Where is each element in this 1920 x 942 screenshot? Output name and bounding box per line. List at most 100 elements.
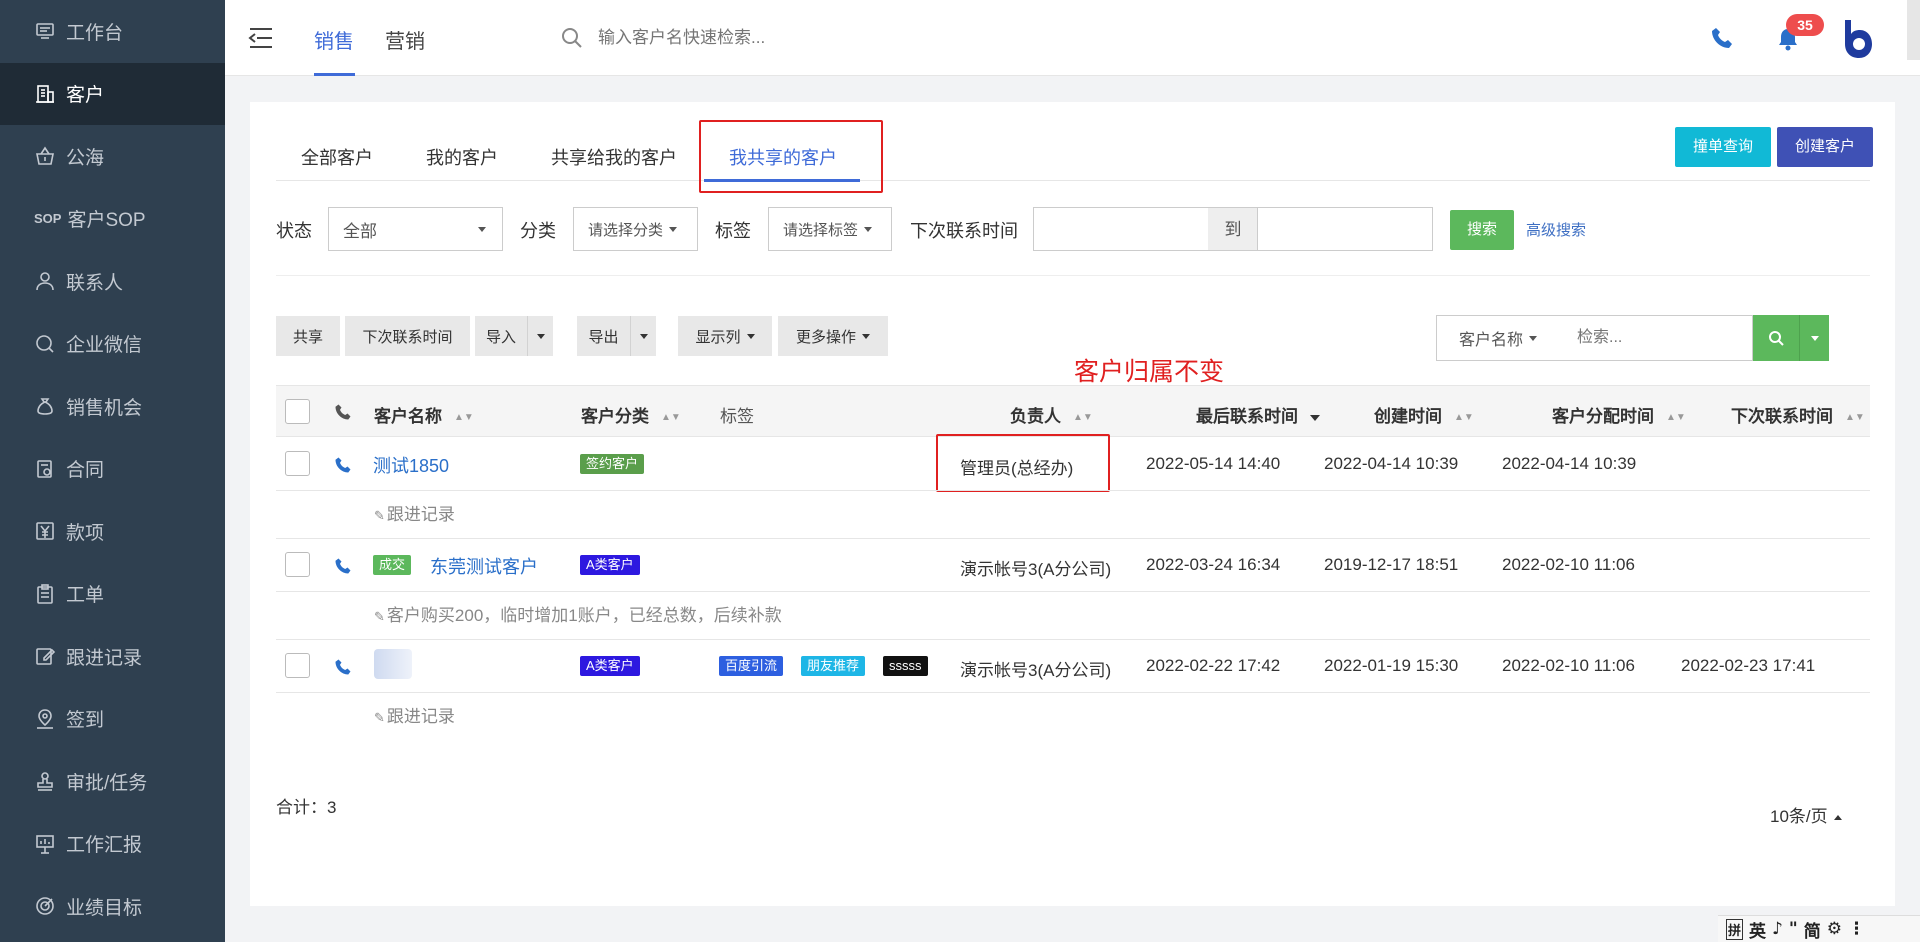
edit-icon: ✎ [374,609,385,624]
tab-marketing[interactable]: 营销 [385,25,425,54]
customer-name-link[interactable]: 东莞测试客户 [430,553,538,579]
table-search-input[interactable] [1559,315,1753,361]
ime-simplified-toggle[interactable]: 简 [1804,917,1821,942]
sidebar-item-dashboard[interactable]: 工作台 [0,0,225,63]
tab-my-customers[interactable]: 我的客户 [426,144,498,170]
ime-more-icon[interactable]: ⋮ [1848,919,1865,939]
label-tag: 百度引流 [719,656,784,676]
ime-pinyin-icon[interactable]: 拼 [1726,918,1744,940]
target-icon [34,895,56,917]
ime-settings-icon[interactable]: ⚙ [1827,919,1842,939]
chevron-down-icon [639,333,648,339]
more-actions-button[interactable]: 更多操作 [778,316,888,356]
sidebar-item-payments[interactable]: 款项 [0,500,225,563]
tag-select[interactable]: 请选择标签 [768,207,892,251]
yen-icon [34,520,56,542]
date-to-input[interactable] [1257,207,1433,251]
search-button[interactable]: 搜索 [1450,210,1514,250]
col-customer-name[interactable]: 客户名称 ▲▼ [374,402,474,427]
col-category[interactable]: 客户分类 ▲▼ [581,402,681,427]
sidebar-item-opportunities[interactable]: 销售机会 [0,375,225,438]
dashboard-icon [34,20,56,42]
followup-note-text: 客户购买200，临时增加1账户，已经总数，后续补款 [386,606,782,625]
sort-desc-icon [1310,414,1320,421]
import-dropdown-toggle[interactable] [527,316,553,356]
sidebar-item-label: 业绩目标 [66,897,143,919]
ime-voice-icon[interactable]: ♪ [1772,919,1783,939]
top-header: 销售 营销 35 [225,0,1920,76]
sidebar-item-followups[interactable]: 跟进记录 [0,625,225,688]
sidebar-item-reports[interactable]: 工作汇报 [0,813,225,876]
chevron-down-icon [1529,335,1537,341]
create-customer-button[interactable]: 创建客户 [1777,127,1873,167]
phone-icon [335,404,351,420]
sidebar-item-wecom[interactable]: 企业微信 [0,313,225,376]
blurred-customer-name[interactable] [374,649,412,679]
sort-icon: ▲▼ [661,412,681,424]
tag-select-placeholder: 请选择标签 [783,221,859,239]
sidebar-item-targets[interactable]: 业绩目标 [0,875,225,938]
table-search-button[interactable] [1753,315,1799,361]
created-cell: 2022-04-14 10:39 [1324,454,1459,473]
page-size-select[interactable]: 10条/页 [1770,802,1842,827]
tab-shared-with-me[interactable]: 共享给我的客户 [551,144,677,170]
phone-icon[interactable] [334,456,352,474]
col-next-contact[interactable]: 下次联系时间 ▲▼ [1731,402,1865,427]
status-select[interactable]: 全部 [328,207,503,251]
phone-icon[interactable] [334,557,352,575]
import-button[interactable]: 导入 [475,316,527,356]
duplicate-check-button[interactable]: 撞单查询 [1675,127,1771,167]
ime-english-toggle[interactable]: 英 [1749,917,1766,942]
sort-icon: ▲▼ [1454,412,1474,424]
advanced-search-link[interactable]: 高级搜索 [1526,219,1586,240]
table-search-dropdown-toggle[interactable] [1799,315,1829,361]
date-from-input[interactable] [1033,207,1209,251]
phone-icon[interactable] [1710,26,1734,50]
col-assigned[interactable]: 客户分配时间 ▲▼ [1552,402,1686,427]
table-header: 客户名称 ▲▼ 客户分类 ▲▼ 标签 负责人 ▲▼ 最后联系时间 创建时间 ▲▼ 客户分… [276,385,1870,437]
chevron-down-icon [669,226,678,232]
brand-logo-icon[interactable] [1841,18,1875,60]
row-checkbox[interactable] [285,552,310,577]
phone-icon[interactable] [334,658,352,676]
sidebar-item-customer-sop[interactable]: SOP 客户SOP [0,188,225,251]
followup-note[interactable]: ✎ 跟进记录 [374,500,455,525]
sidebar-item-approval[interactable]: 审批/任务 [0,750,225,813]
share-button[interactable]: 共享 [276,316,340,356]
deal-badge: 成交 [373,555,412,575]
ime-punctuation-icon[interactable]: " [1789,919,1798,939]
sidebar-item-customers[interactable]: 客户 [0,62,225,125]
row-checkbox[interactable] [285,653,310,678]
menu-collapse-icon[interactable] [248,25,274,51]
person-icon [34,270,56,292]
followup-note[interactable]: ✎ 跟进记录 [374,702,455,727]
scrollbar[interactable] [1907,0,1920,60]
export-button[interactable]: 导出 [577,316,630,356]
sidebar-item-label: 合同 [66,460,105,482]
export-dropdown-toggle[interactable] [630,316,656,356]
customer-quick-search-input[interactable] [598,24,898,52]
row-divider [276,490,1870,491]
sidebar-item-tickets[interactable]: 工单 [0,563,225,626]
row-checkbox[interactable] [285,451,310,476]
sidebar-item-label: 客户SOP [67,210,146,232]
assigned-cell: 2022-02-10 11:06 [1502,555,1635,574]
sidebar-item-public-pool[interactable]: 公海 [0,125,225,188]
tab-sales[interactable]: 销售 [314,25,354,54]
set-next-contact-button[interactable]: 下次联系时间 [345,316,470,356]
col-created[interactable]: 创建时间 ▲▼ [1374,402,1474,427]
select-all-checkbox[interactable] [285,399,310,424]
sort-icon: ▲▼ [1073,412,1093,424]
sidebar-item-checkin[interactable]: 签到 [0,688,225,751]
tab-all-customers[interactable]: 全部客户 [301,144,373,170]
col-owner[interactable]: 负责人 ▲▼ [1010,402,1093,427]
search-field-select[interactable]: 客户名称 [1436,315,1560,361]
followup-note[interactable]: ✎ 客户购买200，临时增加1账户，已经总数，后续补款 [374,601,782,626]
customer-name-link[interactable]: 测试1850 [373,452,449,478]
category-select[interactable]: 请选择分类 [573,207,698,251]
col-last-contact[interactable]: 最后联系时间 [1196,402,1320,427]
columns-button[interactable]: 显示列 [678,316,772,356]
sidebar-item-contracts[interactable]: 合同 [0,438,225,501]
sidebar-item-contacts[interactable]: 联系人 [0,250,225,313]
created-cell: 2022-01-19 15:30 [1324,656,1459,675]
